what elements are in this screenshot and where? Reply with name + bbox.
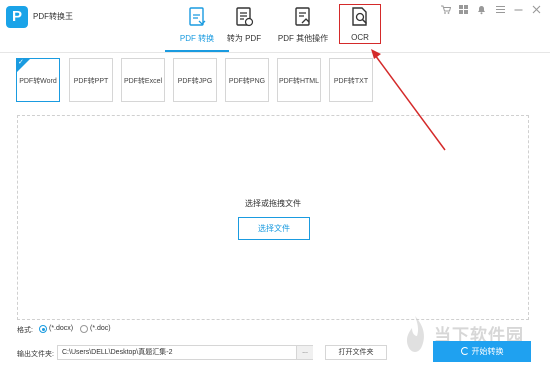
subtab-label: PDF转HTML <box>278 78 320 85</box>
subtab-pdf-to-excel[interactable]: PDF转Excel <box>121 58 165 102</box>
check-icon: ✓ <box>18 59 24 66</box>
choose-file-button[interactable]: 选择文件 <box>238 217 310 240</box>
open-folder-button[interactable]: 打开文件夹 <box>325 345 387 360</box>
subtab-pdf-to-word[interactable]: ✓ PDF转Word <box>16 58 60 102</box>
close-icon[interactable] <box>531 4 542 15</box>
flame-logo-icon <box>406 316 424 352</box>
refresh-icon <box>460 347 469 355</box>
file-drop-zone[interactable]: 选择或拖拽文件 选择文件 <box>17 115 529 320</box>
tab-pdf-other[interactable]: PDF 其他操作 <box>273 0 333 52</box>
cart-icon[interactable] <box>440 4 451 15</box>
subtab-label: PDF转PPT <box>73 78 109 85</box>
subtab-pdf-to-png[interactable]: PDF转PNG <box>225 58 269 102</box>
subtab-pdf-to-ppt[interactable]: PDF转PPT <box>69 58 113 102</box>
menu-icon[interactable] <box>495 4 506 15</box>
subtab-label: PDF转Word <box>19 78 57 85</box>
to-pdf-doc-icon <box>236 7 254 27</box>
start-convert-label: 开始转换 <box>471 347 504 356</box>
tab-label: 转为 PDF <box>226 34 262 43</box>
subtab-label: PDF转Excel <box>123 78 163 85</box>
format-docx-radio[interactable] <box>39 325 47 333</box>
format-label: 格式: <box>17 327 33 334</box>
subtab-pdf-to-jpg[interactable]: PDF转JPG <box>173 58 217 102</box>
output-path-field[interactable]: C:\Users\DELL\Desktop\真题汇集-2 <box>57 345 313 360</box>
app-title: PDF转换王 <box>33 12 73 21</box>
format-doc-label: (*.doc) <box>90 325 111 332</box>
grid-icon[interactable] <box>458 4 469 15</box>
top-toolbar: P PDF转换王 PDF 转换 转为 PDF PDF 其他操作 OCR <box>0 0 550 53</box>
subtab-pdf-to-html[interactable]: PDF转HTML <box>277 58 321 102</box>
convert-doc-icon <box>189 7 206 26</box>
tab-to-pdf[interactable]: 转为 PDF <box>220 0 268 52</box>
format-doc-radio[interactable] <box>80 325 88 333</box>
output-folder-label: 输出文件夹: <box>17 351 54 358</box>
subtab-label: PDF转PNG <box>228 78 266 85</box>
subtab-label: PDF转TXT <box>333 78 369 85</box>
browse-button[interactable]: ... <box>296 346 313 359</box>
format-docx-label: (*.docx) <box>49 325 74 332</box>
subtab-pdf-to-txt[interactable]: PDF转TXT <box>329 58 373 102</box>
start-convert-button[interactable]: 开始转换 <box>433 341 531 362</box>
window-controls <box>435 4 542 16</box>
ocr-highlight-box <box>339 4 381 44</box>
bell-icon[interactable] <box>476 4 487 15</box>
app-logo-icon: P <box>6 6 28 28</box>
drop-zone-hint: 选择或拖拽文件 <box>245 199 301 208</box>
pdf-tools-icon <box>295 7 310 26</box>
minimize-icon[interactable] <box>513 4 524 15</box>
subtab-label: PDF转JPG <box>177 78 213 85</box>
tab-label: PDF 其他操作 <box>277 34 329 43</box>
